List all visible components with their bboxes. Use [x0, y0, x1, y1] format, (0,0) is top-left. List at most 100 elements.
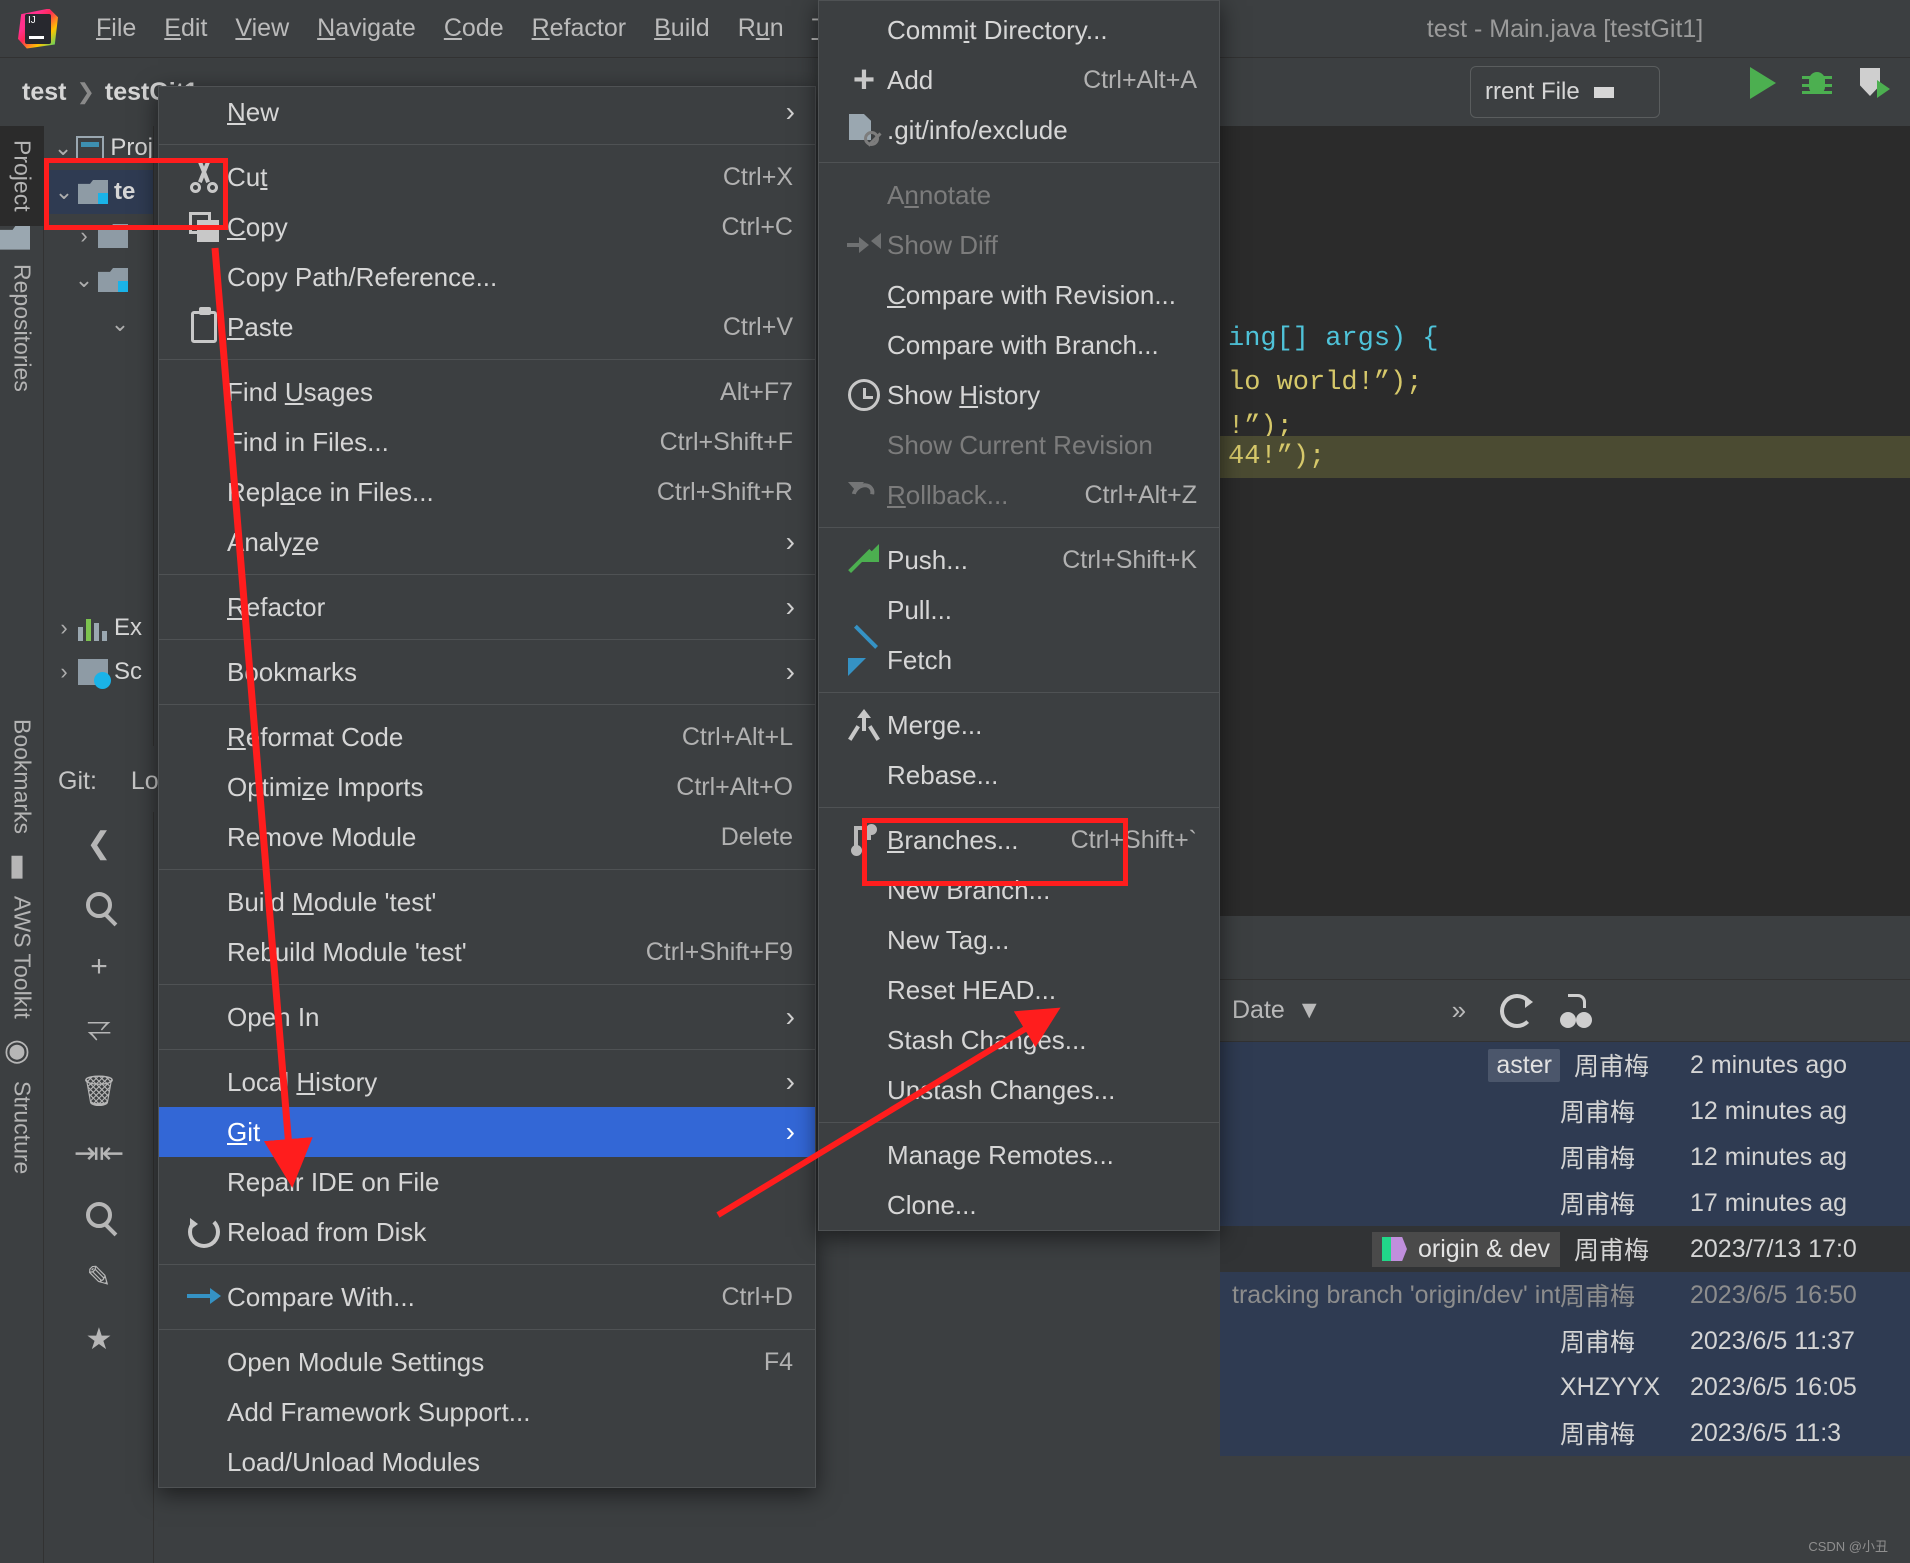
menu-item-reload-from-disk[interactable]: Reload from Disk [159, 1207, 815, 1257]
menu-item-optimize-imports[interactable]: Optimize Imports Ctrl+Alt+O [159, 762, 815, 812]
chevron-right-icon[interactable]: › [50, 659, 78, 685]
menu-navigate[interactable]: Navigate [303, 10, 430, 47]
menu-build[interactable]: Build [640, 10, 724, 47]
table-row[interactable]: 周甫梅 2023/6/5 11:37 [1220, 1318, 1910, 1364]
table-row[interactable]: tracking branch 'origin/dev' into dev 周甫… [1220, 1272, 1910, 1318]
menu-refactor[interactable]: Refactor [518, 10, 641, 47]
collapse-left-button[interactable]: ❮ [44, 812, 154, 874]
menu-item-open-module-settings[interactable]: Open Module Settings F4 [159, 1337, 815, 1387]
menu-item-compare-with-branch[interactable]: Compare with Branch... [819, 320, 1219, 370]
sidebar-item-bookmarks[interactable]: Bookmarks [0, 705, 44, 848]
menu-item-compare-with-revision[interactable]: Compare with Revision... [819, 270, 1219, 320]
git-submenu[interactable]: Commit Directory... + Add Ctrl+Alt+A .gi… [818, 0, 1220, 1231]
search-button[interactable] [44, 874, 154, 936]
menu-item-remove-module[interactable]: Remove Module Delete [159, 812, 815, 862]
tree-row[interactable]: ⌄ [44, 302, 153, 346]
menu-item-pull[interactable]: Pull... [819, 585, 1219, 635]
column-header-date[interactable]: Date ▼ [1232, 996, 1322, 1025]
menu-item-add[interactable]: + Add Ctrl+Alt+A [819, 55, 1219, 105]
run-icon[interactable] [1750, 67, 1776, 99]
menu-item-compare-with[interactable]: Compare With... Ctrl+D [159, 1272, 815, 1322]
coverage-icon[interactable] [1858, 66, 1890, 100]
context-menu[interactable]: New › Cut Ctrl+X Copy Ctrl+C Copy Path/R… [158, 86, 816, 1488]
table-row[interactable]: 周甫梅 12 minutes ag [1220, 1134, 1910, 1180]
table-row[interactable]: 周甫梅 12 minutes ag [1220, 1088, 1910, 1134]
debug-icon[interactable] [1802, 66, 1832, 100]
menu-item-rebuild-module[interactable]: Rebuild Module 'test' Ctrl+Shift+F9 [159, 927, 815, 977]
menu-run[interactable]: Run [724, 10, 798, 47]
tree-row[interactable]: › [44, 214, 153, 258]
menu-item-find-in-files[interactable]: Find in Files... Ctrl+Shift+F [159, 417, 815, 467]
table-row[interactable]: aster 周甫梅 2 minutes ago [1220, 1042, 1910, 1088]
sort-descending-icon[interactable]: ▼ [1297, 996, 1322, 1025]
menu-item-paste[interactable]: Paste Ctrl+V [159, 302, 815, 352]
breadcrumb-item-0[interactable]: test [16, 78, 72, 107]
menu-item-replace-in-files[interactable]: Replace in Files... Ctrl+Shift+R [159, 467, 815, 517]
table-row[interactable]: origin & dev 周甫梅 2023/7/13 17:0 [1220, 1226, 1910, 1272]
favorite-button[interactable]: ★ [44, 1308, 154, 1370]
chevron-right-icon[interactable]: › [50, 615, 78, 641]
table-row[interactable]: 周甫梅 2023/6/5 11:3 [1220, 1410, 1910, 1456]
tree-row[interactable]: ⌄ [44, 258, 153, 302]
menu-item-bookmarks[interactable]: Bookmarks › [159, 647, 815, 697]
menu-item-build-module[interactable]: Build Module 'test' [159, 877, 815, 927]
menu-item-fetch[interactable]: Fetch [819, 624, 1219, 685]
menu-item-reformat-code[interactable]: Reformat Code Ctrl+Alt+L [159, 712, 815, 762]
menu-code[interactable]: Code [430, 10, 518, 47]
git-log-tab[interactable]: Lo [131, 767, 159, 796]
menu-item-new[interactable]: New › [159, 87, 815, 137]
code-editor[interactable]: ing[] args) { lo world!”); !”); 44!”); [1220, 126, 1910, 916]
chevron-right-icon[interactable]: › [70, 223, 98, 249]
cherry-pick-icon[interactable] [1560, 993, 1598, 1028]
menu-item-new-branch[interactable]: New Branch... [819, 865, 1219, 915]
tree-row[interactable]: ⌄ te [44, 170, 153, 214]
chevron-down-icon[interactable]: ⌄ [50, 179, 78, 205]
table-row[interactable]: XHZYYX 2023/6/5 16:05 [1220, 1364, 1910, 1410]
run-configuration-selector[interactable]: rrent File [1470, 66, 1660, 118]
menu-item-rebase[interactable]: Rebase... [819, 750, 1219, 800]
menu-item-manage-remotes[interactable]: Manage Remotes... [819, 1130, 1219, 1180]
collapse-all-button[interactable]: ⇥⇤ [44, 1122, 154, 1184]
add-button[interactable]: + [44, 936, 154, 998]
table-row[interactable]: 周甫梅 17 minutes ag [1220, 1180, 1910, 1226]
menu-item-stash-changes[interactable]: Stash Changes... [819, 1015, 1219, 1065]
menu-item-copy-path-reference[interactable]: Copy Path/Reference... [159, 252, 815, 302]
menu-file[interactable]: File [82, 10, 150, 47]
sidebar-item-structure[interactable]: Structure [0, 1067, 44, 1188]
menu-item-repair-ide-on-file[interactable]: Repair IDE on File [159, 1157, 815, 1207]
menu-item-clone[interactable]: Clone... [819, 1180, 1219, 1230]
menu-item-push[interactable]: Push... Ctrl+Shift+K [819, 535, 1219, 585]
sidebar-item-aws-toolkit[interactable]: AWS Toolkit [0, 882, 44, 1033]
menu-item-reset-head[interactable]: Reset HEAD... [819, 965, 1219, 1015]
menu-item-branches[interactable]: Branches... Ctrl+Shift+` [819, 815, 1219, 865]
menu-item-analyze[interactable]: Analyze › [159, 517, 815, 567]
sidebar-item-repositories[interactable]: Repositories [0, 250, 44, 406]
project-tree-panel[interactable]: ⌄ Proj ⌄ te › ⌄ ⌄ › Ex › Sc [44, 126, 154, 746]
menu-view[interactable]: View [221, 10, 303, 47]
refresh-icon[interactable] [1500, 993, 1535, 1028]
menu-edit[interactable]: Edit [150, 10, 221, 47]
menu-item-cut[interactable]: Cut Ctrl+X [159, 152, 815, 202]
tree-row[interactable]: › Sc [44, 650, 153, 694]
menu-item-git-info-exclude[interactable]: .git/info/exclude [819, 105, 1219, 155]
menu-item-find-usages[interactable]: Find Usages Alt+F7 [159, 367, 815, 417]
menu-item-show-history[interactable]: Show History [819, 370, 1219, 420]
menu-item-copy[interactable]: Copy Ctrl+C [159, 202, 815, 252]
menu-item-open-in[interactable]: Open In › [159, 992, 815, 1042]
git-log-rows[interactable]: aster 周甫梅 2 minutes ago 周甫梅 12 minutes a… [1220, 1042, 1910, 1456]
sidebar-item-project[interactable]: Project [0, 126, 44, 226]
menu-item-refactor[interactable]: Refactor › [159, 582, 815, 632]
tree-row[interactable]: › Ex [44, 606, 153, 650]
menu-item-unstash-changes[interactable]: Unstash Changes... [819, 1065, 1219, 1115]
menu-item-load-unload-modules[interactable]: Load/Unload Modules [159, 1437, 815, 1487]
menu-item-git[interactable]: Git › [159, 1107, 815, 1157]
menu-item-add-framework-support[interactable]: Add Framework Support... [159, 1387, 815, 1437]
edit-button[interactable]: ✎ [44, 1246, 154, 1308]
delete-button[interactable]: 🗑 [44, 1060, 154, 1122]
chevron-down-icon[interactable]: ⌄ [70, 267, 98, 293]
menu-item-new-tag[interactable]: New Tag... [819, 915, 1219, 965]
menu-item-local-history[interactable]: Local History › [159, 1057, 815, 1107]
menu-item-commit-directory[interactable]: Commit Directory... [819, 5, 1219, 55]
chevron-down-icon[interactable]: ⌄ [106, 311, 134, 337]
tree-row[interactable]: ⌄ Proj [44, 126, 153, 170]
